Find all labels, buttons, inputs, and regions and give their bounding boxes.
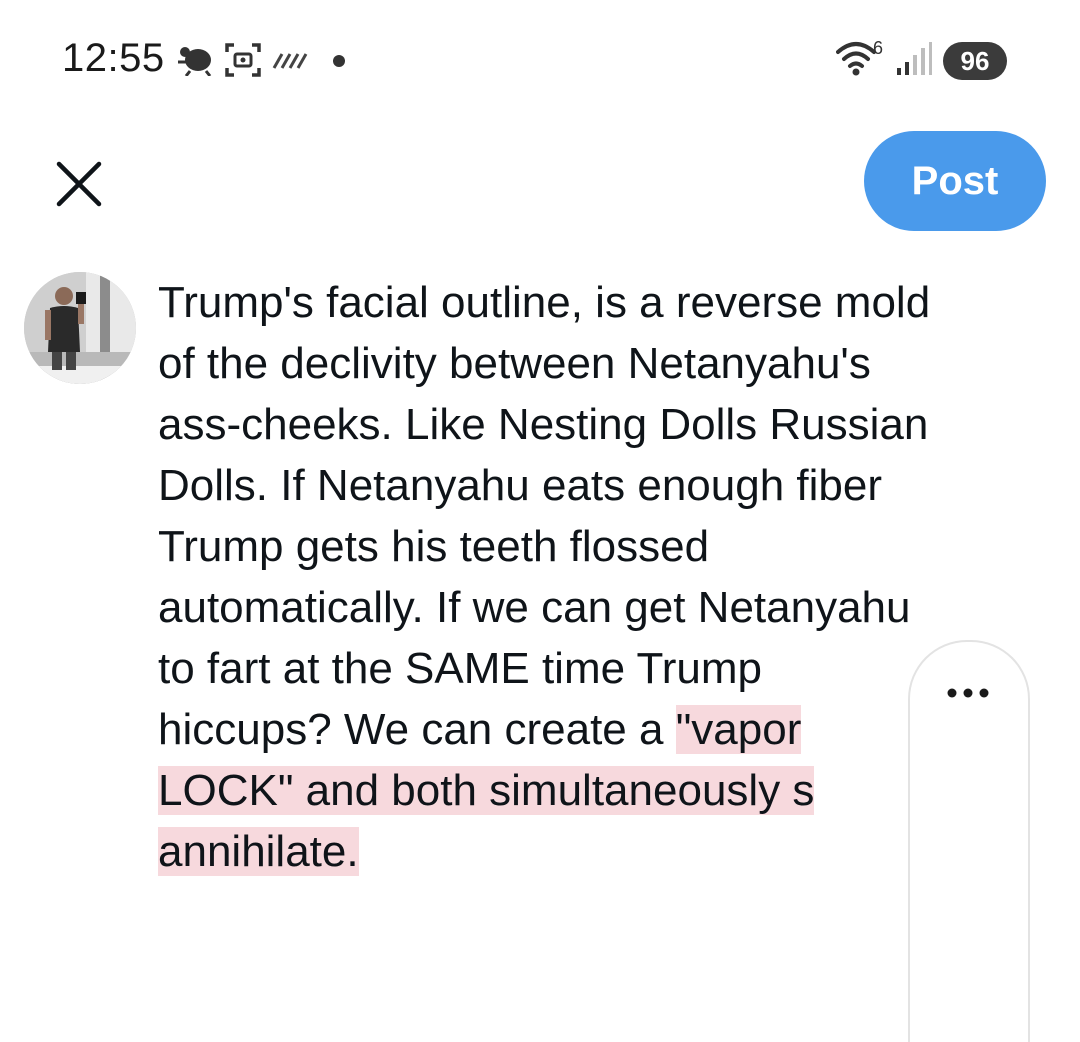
compose-text-unselected: Trump's facial outline, is a reverse mol… bbox=[158, 278, 931, 754]
wifi-superscript: 6 bbox=[873, 38, 884, 58]
data-saver-icon bbox=[272, 53, 308, 69]
wifi-icon bbox=[836, 42, 876, 76]
bug-notification-icon bbox=[178, 47, 212, 76]
screenshot-icon bbox=[225, 43, 261, 77]
status-time: 12:55 bbox=[62, 36, 165, 80]
signal-icon bbox=[897, 42, 932, 75]
avatar[interactable] bbox=[24, 272, 136, 384]
more-options-icon[interactable] bbox=[938, 685, 998, 701]
close-icon[interactable] bbox=[50, 155, 108, 213]
battery-indicator: 96 bbox=[943, 42, 1007, 80]
notification-dot bbox=[333, 55, 345, 67]
status-bar: 12:55 6 96 bbox=[0, 0, 1080, 120]
post-button[interactable]: Post bbox=[864, 131, 1046, 231]
